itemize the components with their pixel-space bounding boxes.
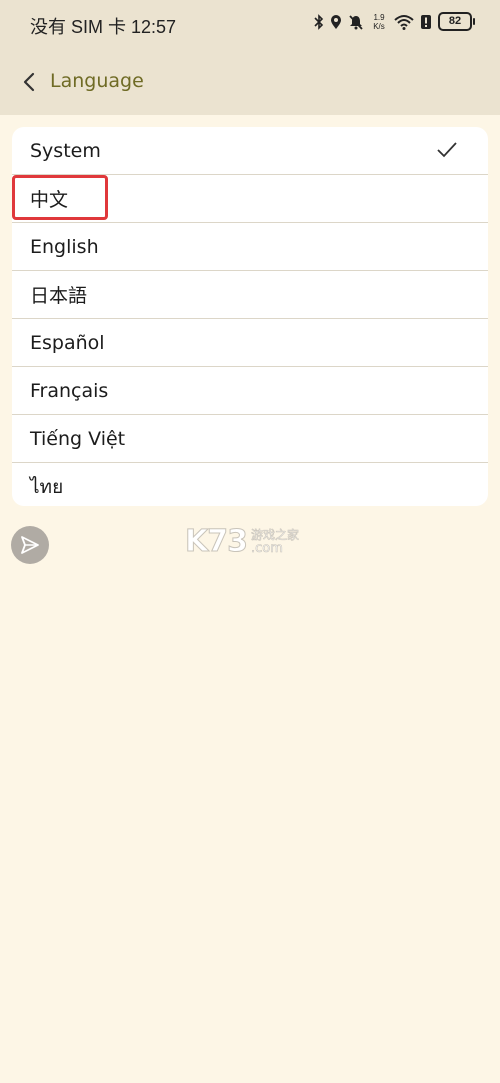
language-label: Tiếng Việt <box>30 427 126 450</box>
language-label: System <box>30 139 101 162</box>
language-label: Español <box>30 331 105 354</box>
language-option-vietnamese[interactable]: Tiếng Việt <box>12 415 488 463</box>
language-label: Français <box>30 379 109 402</box>
wifi-icon <box>394 14 414 30</box>
watermark-domain: .com <box>251 540 284 556</box>
mute-icon <box>348 14 364 30</box>
watermark-site-name: 游戏之家 <box>251 527 300 542</box>
status-bar: 没有 SIM 卡 12:57 1.9 K/s 82 <box>0 0 500 50</box>
checkmark-icon <box>436 141 458 164</box>
back-icon[interactable] <box>20 70 40 94</box>
header: Language <box>0 50 500 115</box>
send-icon <box>19 534 41 556</box>
battery-icon: 82 <box>438 12 475 31</box>
watermark-logo: K73 <box>185 524 249 560</box>
language-label: English <box>30 235 99 258</box>
bluetooth-icon <box>314 13 324 30</box>
send-button[interactable] <box>11 526 49 564</box>
language-option-system[interactable]: System <box>12 127 488 175</box>
watermark-side: 游戏之家 .com <box>251 527 300 556</box>
language-label: ไทย <box>30 475 64 498</box>
language-option-french[interactable]: Français <box>12 367 488 415</box>
alert-icon <box>420 14 432 30</box>
language-list: System 中文 English 日本語 Español Français T… <box>12 127 488 506</box>
language-option-chinese[interactable]: 中文 <box>12 175 488 223</box>
language-label: 日本語 <box>30 285 88 307</box>
status-icons: 1.9 K/s 82 <box>314 12 475 31</box>
network-speed-unit: K/s <box>373 21 385 31</box>
language-option-english[interactable]: English <box>12 223 488 271</box>
language-option-japanese[interactable]: 日本語 <box>12 271 488 319</box>
page-title: Language <box>50 70 144 92</box>
status-carrier-time: 没有 SIM 卡 12:57 <box>30 17 177 37</box>
location-icon <box>330 14 342 30</box>
network-speed-value: 1.9 <box>373 12 385 22</box>
network-speed: 1.9 K/s <box>370 13 388 31</box>
language-option-spanish[interactable]: Español <box>12 319 488 367</box>
language-option-thai[interactable]: ไทย <box>12 463 488 506</box>
watermark: K73 游戏之家 .com <box>185 524 300 560</box>
language-label: 中文 <box>30 189 69 211</box>
